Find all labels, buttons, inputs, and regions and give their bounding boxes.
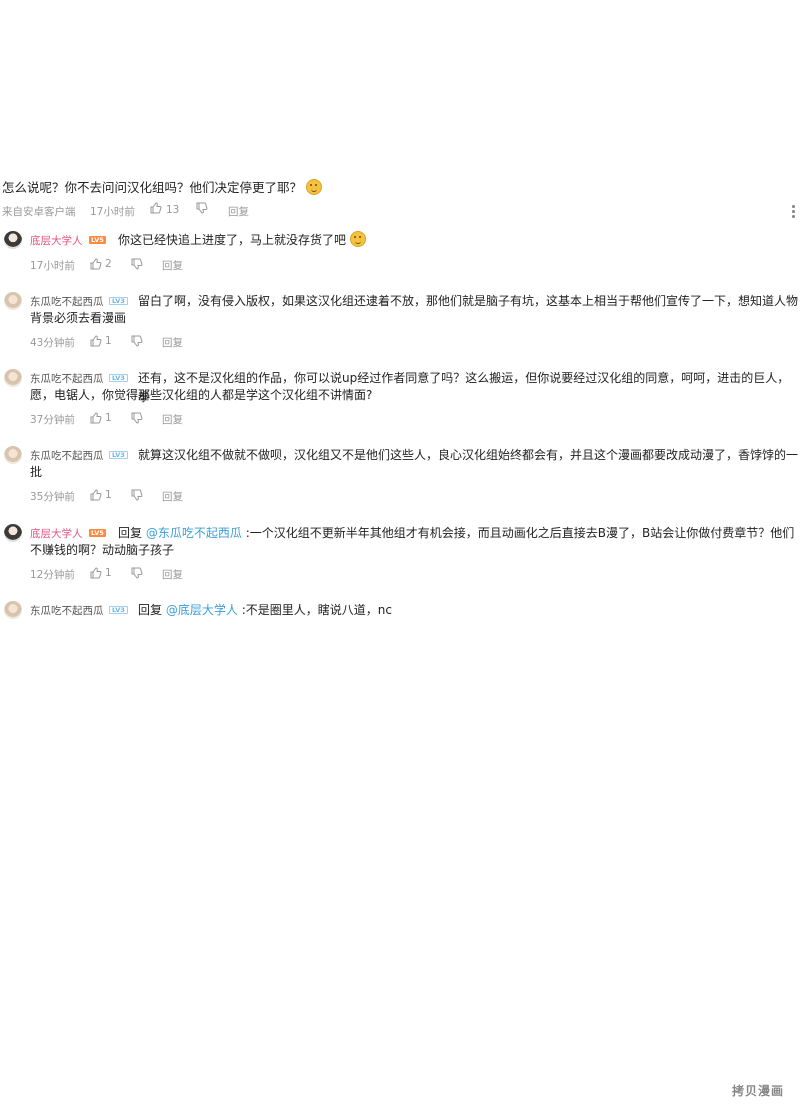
reply-text: 回复 @底层大学人 :不是圈里人，瞎说八道，nc	[138, 603, 392, 617]
thumb-up-icon[interactable]	[90, 258, 102, 270]
username[interactable]: 东瓜吃不起西瓜	[30, 294, 104, 309]
thumb-down-icon[interactable]	[131, 335, 143, 347]
level-badge: LV3	[109, 374, 128, 382]
reply-meta: 37分钟前 1 回复	[30, 412, 330, 428]
username[interactable]: 东瓜吃不起西瓜	[30, 448, 104, 463]
mention-link[interactable]: @底层大学人	[166, 603, 238, 617]
reply-button[interactable]: 回复	[162, 489, 183, 504]
thumb-down-icon[interactable]	[131, 567, 143, 579]
thumb-up-icon[interactable]	[150, 202, 162, 214]
reply-meta: 35分钟前 1 回复	[30, 489, 330, 505]
like-count: 1	[105, 489, 112, 501]
like-count: 1	[105, 567, 112, 579]
reply-prefix: 回复	[138, 603, 163, 617]
reply-meta: 12分钟前 1 回复	[30, 567, 330, 583]
reply-time: 37分钟前	[30, 414, 75, 426]
avatar[interactable]	[4, 292, 22, 310]
watermark: 拷贝漫画	[732, 1084, 785, 1098]
like-count: 1	[105, 412, 112, 424]
username[interactable]: 东瓜吃不起西瓜	[30, 603, 104, 618]
like-count: 1	[105, 335, 112, 347]
thumb-down-icon[interactable]	[196, 202, 208, 214]
thumb-up-icon[interactable]	[90, 335, 102, 347]
thumb-down-icon[interactable]	[131, 412, 143, 424]
comment-time: 17小时前	[90, 206, 135, 218]
root-comment-text: 怎么说呢？你不去问问汉化组吗？他们决定停更了耶？	[0, 178, 800, 198]
like-count: 13	[166, 204, 180, 216]
reply-text: 就算这汉化组不做就不做呗，汉化组又不是他们这些人，良心汉化组始终都会有，并且这个…	[138, 448, 799, 462]
level-badge: LV5	[89, 529, 106, 537]
reply-text-line2: 愿，电锯人，你觉得那些汉化组的人都是学这个汉化组不讲情面?	[30, 388, 373, 402]
reply-time: 35分钟前	[30, 491, 75, 503]
reply-prefix: 回复	[118, 526, 143, 540]
reply-time: 12分钟前	[30, 569, 75, 581]
like-count: 2	[105, 258, 112, 270]
emoji-icon	[350, 231, 367, 247]
level-badge: LV3	[109, 451, 128, 459]
reply-button[interactable]: 回复	[162, 567, 183, 582]
level-badge: LV3	[109, 297, 128, 305]
thumb-down-icon[interactable]	[131, 489, 143, 501]
avatar[interactable]	[4, 446, 22, 464]
avatar[interactable]	[4, 601, 22, 619]
emoji-icon	[306, 179, 323, 195]
level-badge: LV5	[89, 236, 106, 244]
reply-time: 43分钟前	[30, 337, 75, 349]
level-badge: LV3	[109, 606, 128, 614]
root-comment: 怎么说呢？你不去问问汉化组吗？他们决定停更了耶？ 来自安卓客户端 17小时前 1…	[0, 178, 800, 221]
thumb-up-icon[interactable]	[90, 412, 102, 424]
reply-meta: 17小时前 2 回复	[30, 258, 330, 274]
reply-meta: 43分钟前 1 回复	[30, 335, 330, 351]
avatar[interactable]	[4, 231, 22, 249]
username[interactable]: 底层大学人	[30, 233, 83, 248]
reply-text-line2: 不赚钱的啊？动动脑子孩子	[30, 543, 175, 557]
root-comment-meta: 来自安卓客户端 17小时前 13 回复	[0, 201, 800, 221]
avatar[interactable]	[4, 369, 22, 387]
more-vertical-icon[interactable]	[792, 205, 795, 220]
thumb-down-icon[interactable]	[131, 258, 143, 270]
username[interactable]: 东瓜吃不起西瓜	[30, 371, 104, 386]
reply-text: 你这已经快追上进度了，马上就没存货了吧	[118, 231, 367, 250]
comment-source: 来自安卓客户端	[2, 206, 76, 218]
reply-button[interactable]: 回复	[228, 204, 249, 219]
thumb-up-icon[interactable]	[90, 567, 102, 579]
reply-text: 留白了啊，没有侵入版权，如果这汉化组还逮着不放，那他们就是脑子有坑，这基本上相当…	[138, 294, 799, 308]
mention-link[interactable]: @东瓜吃不起西瓜	[146, 526, 242, 540]
avatar[interactable]	[4, 524, 22, 542]
reply-text-line2: 背景必须去看漫画	[30, 311, 127, 325]
thumb-up-icon[interactable]	[90, 489, 102, 501]
reply-text: 回复 @东瓜吃不起西瓜 :一个汉化组不更新半年其他组才有机会接，而且动画化之后直…	[118, 526, 795, 540]
reply-button[interactable]: 回复	[162, 258, 183, 273]
reply-button[interactable]: 回复	[162, 412, 183, 427]
reply-button[interactable]: 回复	[162, 335, 183, 350]
username[interactable]: 底层大学人	[30, 526, 83, 541]
reply-time: 17小时前	[30, 260, 75, 272]
reply-text-line2: 批	[30, 465, 43, 479]
